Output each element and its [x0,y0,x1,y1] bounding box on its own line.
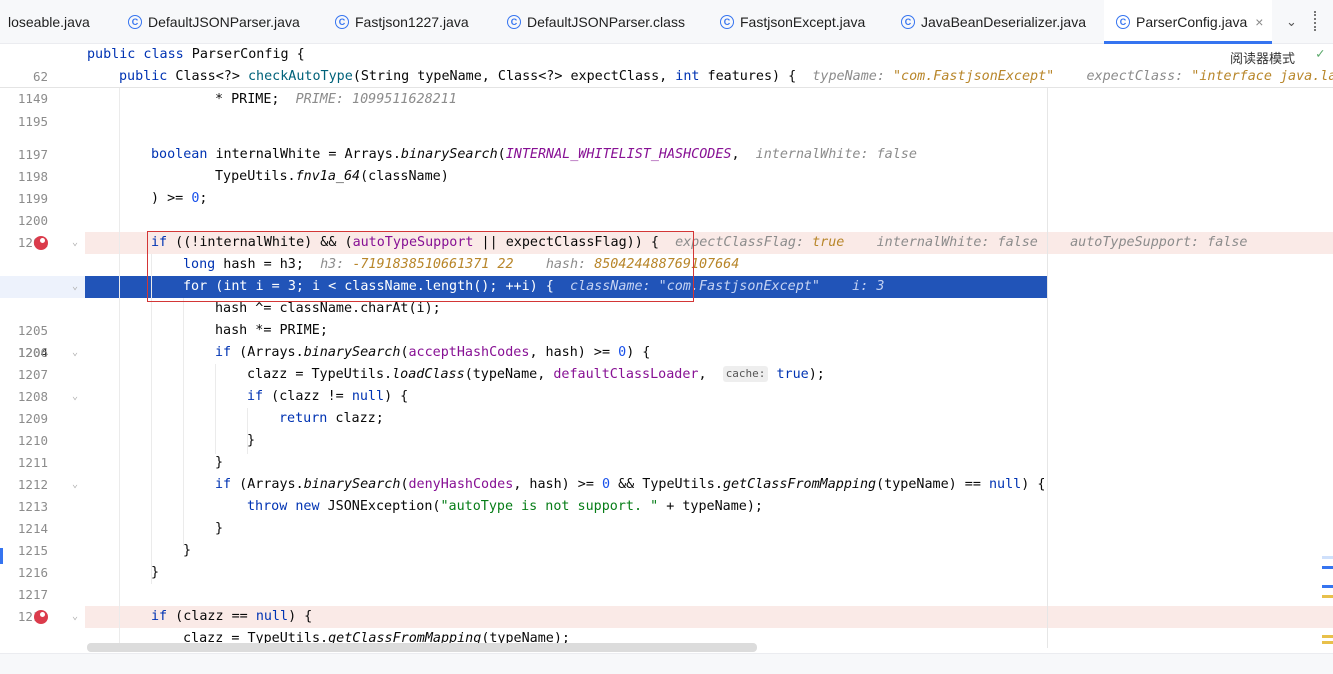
reader-mode-button[interactable]: 阅读器模式 [1230,48,1296,67]
horizontal-scrollbar[interactable] [87,643,757,652]
tab-closeable-java[interactable]: loseable.java [0,0,110,44]
code-line[interactable]: 1209 ⌄ if (clazz != null) { [0,386,1333,426]
debug-inline-value: PRIME: 1099511628211 [295,92,457,107]
fold-chevron-icon[interactable]: ⌄ [72,232,78,254]
debug-inline-value: expectClassFlag: [675,235,813,250]
code-line[interactable]: 1211 } [0,430,1333,470]
more-tabs-icon[interactable] [1314,11,1316,31]
code-line[interactable]: 1215 } [0,518,1333,558]
debug-inline-value: expectClass: [1086,69,1192,84]
tab-javabeandeserializer-java[interactable]: C JavaBeanDeserializer.java [887,0,1102,44]
left-edge-marker [0,548,3,564]
scroll-marker [1322,635,1333,638]
code-line[interactable]: 1217 } [0,562,1333,602]
code-text: if (Arrays.binarySearch(acceptHashCodes,… [215,345,651,360]
class-icon: C [901,15,915,29]
debug-inline-value: i: 3 [852,279,885,294]
code-text: } [151,565,160,580]
chevron-down-icon[interactable]: ⌄ [1286,14,1297,30]
tab-label: FastjsonExcept.java [740,14,866,30]
code-line[interactable]: 1198 boolean internalWhite = Arrays.bina… [0,144,1333,184]
fold-chevron-icon[interactable]: ⌄ [72,606,78,628]
code-text: boolean internalWhite = Arrays.binarySea… [151,147,917,162]
tab-fastjson1227-java[interactable]: C Fastjson1227.java [322,0,490,44]
code-text: TypeUtils.fnv1a_64(className) [215,169,449,184]
code-text: } [215,455,224,470]
code-line-breakpoint[interactable]: ⌄ if (clazz == null) { [0,606,1333,628]
code-editor[interactable]: 1195 * PRIME; PRIME: 1099511628211 1197 … [0,88,1333,648]
tab-fastjsonexcept-java[interactable]: C FastjsonExcept.java [704,0,887,44]
breakpoint-icon[interactable] [34,236,48,250]
debug-inline-value: internalWhite: false [876,235,1038,250]
editor-bottom-bar [0,653,1333,674]
debug-inline-value: autoTypeSupport: false [1070,235,1248,250]
code-line[interactable]: 1214 throw new JSONException("autoType i… [0,496,1333,536]
sticky-line-class[interactable]: 62 public class ParserConfig { [0,44,1333,84]
tab-label: DefaultJSONParser.class [527,14,685,30]
code-text: } [247,433,256,448]
tab-label: JavaBeanDeserializer.java [921,14,1086,30]
class-icon: C [720,15,734,29]
debug-inline-value: typeName: [812,69,893,84]
fold-chevron-icon[interactable]: ⌄ [72,276,78,298]
code-line[interactable]: 1201 [0,210,1333,250]
right-margin-guide [1047,88,1048,648]
tab-label: DefaultJSONParser.java [148,14,300,30]
sticky-line-method[interactable]: 1149 public Class<?> checkAutoType(Strin… [0,66,1333,106]
tab-label: Fastjson1227.java [355,14,469,30]
tab-parserconfig-java[interactable]: C ParserConfig.java × [1104,0,1272,44]
code-line[interactable]: 1208 clazz = TypeUtils.loadClass(typeNam… [0,364,1333,404]
tab-defaultjsonparser-class[interactable]: C DefaultJSONParser.class [490,0,704,44]
tab-defaultjsonparser-java[interactable]: C DefaultJSONParser.java [110,0,322,44]
code-text: if (clazz != null) { [247,389,409,404]
class-icon: C [507,15,521,29]
checkmark-icon: ✓ [1316,46,1325,62]
scroll-marker [1322,595,1333,598]
class-icon: C [128,15,142,29]
code-text: ) >= 0; [151,191,208,206]
code-text: return clazz; [279,411,384,426]
code-line[interactable]: 1199 TypeUtils.fnv1a_64(className) [0,166,1333,206]
code-line[interactable]: 1218 [0,584,1333,624]
code-text: * PRIME; PRIME: 1099511628211 [215,92,457,107]
fold-chevron-icon[interactable]: ⌄ [72,342,78,364]
debug-inline-value: internalWhite: false [755,147,917,162]
code-line[interactable]: 1213 ⌄ if (Arrays.binarySearch(denyHashC… [0,474,1333,514]
code-text: } [215,521,224,536]
fold-chevron-icon[interactable]: ⌄ [72,386,78,408]
close-tab-icon[interactable]: × [1255,14,1263,30]
code-line[interactable]: 1207 ⌄ if (Arrays.binarySearch(acceptHas… [0,342,1333,382]
code-text: } [183,543,192,558]
fold-chevron-icon[interactable]: ⌄ [72,474,78,496]
scroll-marker [1322,556,1333,559]
code-line[interactable]: 1212 } [0,452,1333,492]
line-number: 1149 [17,91,48,106]
parameter-hint: cache: [722,366,769,382]
sticky-scope-header: 62 public class ParserConfig { 1149 publ… [0,44,1333,106]
breakpoint-icon[interactable] [34,610,48,624]
scroll-marker [1322,585,1333,588]
class-icon: C [335,15,349,29]
code-line[interactable]: 1197 [0,122,1333,162]
code-text: public Class<?> checkAutoType(String typ… [119,69,1333,84]
tab-label: loseable.java [8,14,90,30]
code-line[interactable]: 1200 ) >= 0; [0,188,1333,228]
code-text: throw new JSONException("autoType is not… [247,499,763,514]
code-text: public class ParserConfig { [87,47,305,62]
code-text: hash *= PRIME; [215,323,328,338]
editor-tab-bar: loseable.java C DefaultJSONParser.java C… [0,0,1333,44]
code-line[interactable]: 1210 return clazz; [0,408,1333,448]
tab-label: ParserConfig.java [1136,14,1248,30]
class-icon: C [1116,15,1130,29]
code-line[interactable]: 1195 * PRIME; PRIME: 1099511628211 [0,89,1333,129]
code-text: if (clazz == null) { [151,609,313,624]
code-line[interactable]: 1206 hash *= PRIME; [0,320,1333,360]
scroll-marker [1322,566,1333,569]
code-line[interactable]: 1216 } [0,540,1333,580]
code-text: if (Arrays.binarySearch(denyHashCodes, h… [215,477,1046,492]
annotation-highlight-box [147,231,694,302]
code-text: clazz = TypeUtils.loadClass(typeName, de… [247,366,825,382]
scroll-marker [1322,641,1333,644]
